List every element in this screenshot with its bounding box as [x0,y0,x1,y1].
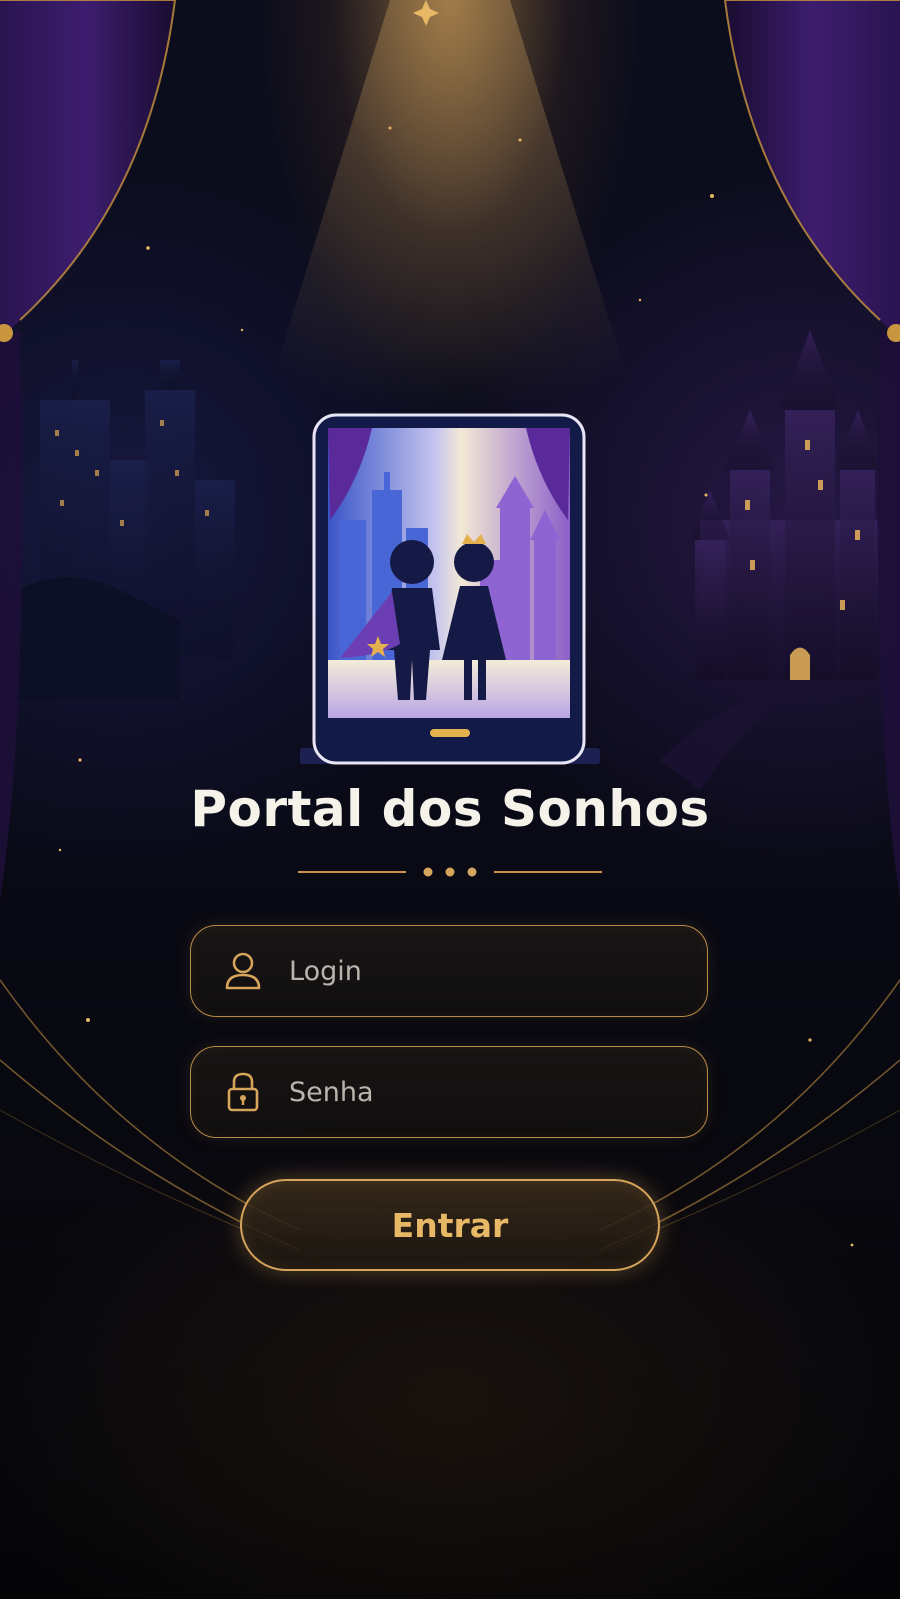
login-submit-button[interactable]: Entrar [240,1179,660,1271]
castle-hill [660,690,790,790]
login-screen: Portal dos Sonhos Entrar [0,0,900,1599]
password-field[interactable] [190,1046,708,1138]
user-icon [219,947,267,995]
login-field[interactable] [190,925,708,1017]
app-title: Portal dos Sonhos [190,780,710,838]
password-input[interactable] [289,1076,669,1108]
spotlight-beam [260,0,640,420]
tablet-home-button [430,729,470,737]
city-skyline [0,360,235,700]
title-divider [298,867,602,877]
castle [690,330,880,680]
login-input[interactable] [289,955,669,987]
lock-icon [219,1068,267,1116]
tablet-portal-logo [300,413,600,765]
